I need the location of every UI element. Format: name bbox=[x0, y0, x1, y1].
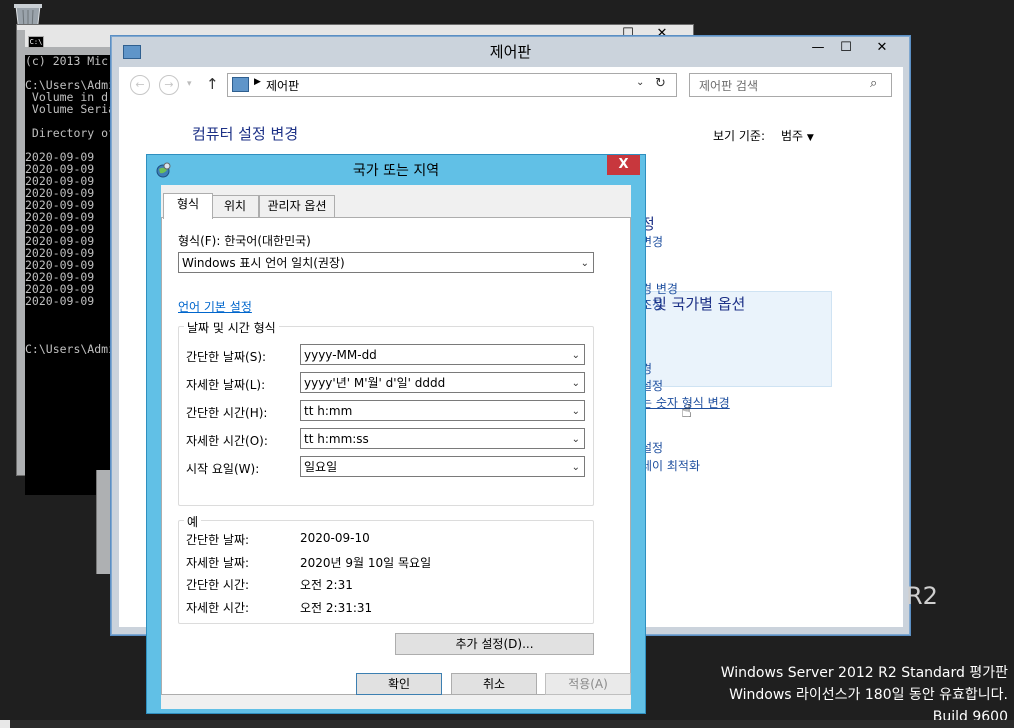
back-icon[interactable]: ← bbox=[130, 75, 150, 95]
short-date-select[interactable]: yyyy-MM-dd ⌄ bbox=[300, 344, 585, 365]
format-select-value: Windows 표시 언어 일치(권장) bbox=[182, 256, 345, 270]
search-input[interactable]: 제어판 검색 bbox=[699, 77, 758, 94]
example-short-date-label: 간단한 날짜: bbox=[186, 533, 250, 547]
view-by-dropdown[interactable]: 범주 ▼ bbox=[781, 127, 814, 144]
chevron-down-icon: ⌄ bbox=[580, 258, 589, 269]
chevron-down-icon: ⌄ bbox=[571, 434, 580, 445]
long-date-label: 자세한 날짜(L): bbox=[186, 378, 266, 392]
view-by-value[interactable]: 범주 bbox=[781, 129, 803, 143]
example-group-legend: 예 bbox=[184, 513, 202, 530]
search-icon[interactable]: ⌕ bbox=[870, 76, 877, 91]
example-long-date-value: 2020년 9월 10일 목요일 bbox=[300, 556, 432, 570]
format-label: 형식(F): 한국어(대한민국) bbox=[178, 234, 311, 248]
cmd-line bbox=[25, 319, 113, 331]
cp-window-title: 제어판 bbox=[489, 43, 532, 61]
cmd-icon: C:\ bbox=[28, 36, 44, 48]
first-day-value: 일요일 bbox=[304, 460, 338, 474]
address-text[interactable]: 제어판 bbox=[266, 77, 299, 94]
region-dialog[interactable]: 국가 또는 지역 X 형식 위치 관리자 옵션 형식(F): 한국어(대한민국)… bbox=[146, 154, 646, 714]
server-r2-logo: R2 bbox=[906, 582, 938, 610]
short-time-label: 간단한 시간(H): bbox=[186, 406, 268, 420]
taskbar-edge bbox=[0, 720, 1014, 728]
close-button[interactable]: ✕ bbox=[860, 39, 904, 57]
cancel-button[interactable]: 취소 bbox=[451, 673, 537, 695]
control-panel-small-icon bbox=[232, 77, 249, 92]
cmd-output[interactable]: (c) 2013 Microsoft C:\Users\Administrato… bbox=[25, 55, 113, 495]
first-day-select[interactable]: 일요일 ⌄ bbox=[300, 456, 585, 477]
search-box[interactable]: 제어판 검색 ⌕ bbox=[689, 73, 892, 97]
edition-watermark: Windows Server 2012 R2 Standard 평가판 Wind… bbox=[721, 662, 1008, 728]
example-short-date-value: 2020-09-10 bbox=[300, 531, 370, 545]
refresh-icon[interactable]: ↻ bbox=[655, 76, 666, 91]
tab-admin-options[interactable]: 관리자 옵션 bbox=[259, 195, 335, 217]
category-link[interactable]: 레이 최적화 bbox=[641, 457, 700, 474]
dialog-client: 형식 위치 관리자 옵션 형식(F): 한국어(대한민국) Windows 표시… bbox=[161, 185, 631, 709]
cmd-line: (c) 2013 Microsoft bbox=[25, 55, 113, 68]
example-long-time-label: 자세한 시간: bbox=[186, 601, 250, 615]
cmd-line bbox=[25, 307, 113, 319]
up-icon[interactable]: ↑ bbox=[206, 75, 219, 93]
watermark-edition: Windows Server 2012 R2 Standard 평가판 bbox=[720, 665, 1008, 681]
short-date-value: yyyy-MM-dd bbox=[304, 348, 377, 362]
example-short-time-value: 오전 2:31 bbox=[300, 578, 353, 592]
long-time-value: tt h:mm:ss bbox=[304, 432, 369, 446]
forward-icon[interactable]: → bbox=[159, 75, 179, 95]
short-time-value: tt h:mm bbox=[304, 404, 353, 418]
page-title: 컴퓨터 설정 변경 bbox=[192, 125, 299, 143]
tab-location[interactable]: 위치 bbox=[211, 195, 259, 217]
dialog-close-button[interactable]: X bbox=[607, 155, 640, 175]
chevron-down-icon: ▼ bbox=[806, 133, 814, 143]
chevron-down-icon: ⌄ bbox=[571, 406, 580, 417]
first-day-label: 시작 요일(W): bbox=[186, 462, 260, 476]
short-date-label: 간단한 날짜(S): bbox=[186, 350, 267, 364]
minimize-button[interactable]: — bbox=[805, 39, 831, 57]
format-tab-panel: 형식(F): 한국어(대한민국) Windows 표시 언어 일치(권장) ⌄ 언… bbox=[161, 217, 631, 695]
example-short-time-label: 간단한 시간: bbox=[186, 578, 250, 592]
long-date-select[interactable]: yyyy'년' M'월' d'일' dddd ⌄ bbox=[300, 372, 585, 393]
region-category-title[interactable]: 및 국가별 옵션 bbox=[653, 293, 745, 314]
hand-cursor-icon: ☝ bbox=[681, 401, 692, 422]
cmd-line: 2020-09-09 bbox=[25, 294, 95, 308]
long-date-value: yyyy'년' M'월' d'일' dddd bbox=[304, 376, 446, 390]
watermark-license: Windows 라이선스가 180일 동안 유효합니다. bbox=[729, 687, 1008, 703]
dialog-title: 국가 또는 지역 bbox=[352, 163, 440, 179]
cmd-left-edge bbox=[17, 30, 25, 470]
datetime-group-legend: 날짜 및 시간 형식 bbox=[184, 319, 279, 336]
chevron-down-icon: ⌄ bbox=[571, 462, 580, 473]
ok-button[interactable]: 확인 bbox=[356, 673, 442, 695]
short-time-select[interactable]: tt h:mm ⌄ bbox=[300, 400, 585, 421]
example-long-time-value: 오전 2:31:31 bbox=[300, 601, 373, 615]
recent-dropdown-icon[interactable]: ▾ bbox=[187, 79, 192, 89]
apply-button[interactable]: 적용(A) bbox=[545, 673, 631, 695]
address-dropdown-icon[interactable]: ⌄ bbox=[636, 77, 644, 88]
cmd-line: Volume Serial Nu bbox=[31, 102, 113, 116]
example-long-date-label: 자세한 날짜: bbox=[186, 556, 250, 570]
taskbar-start-sliver[interactable] bbox=[0, 720, 10, 728]
chevron-down-icon: ⌄ bbox=[571, 350, 580, 361]
chevron-down-icon: ⌄ bbox=[571, 378, 580, 389]
view-by-label: 보기 기준: bbox=[713, 129, 766, 143]
long-time-label: 자세한 시간(O): bbox=[186, 434, 268, 448]
cmd-line: C:\Users\Administrator bbox=[25, 342, 113, 356]
address-bar[interactable]: ▶ 제어판 ⌄ ↻ bbox=[227, 73, 677, 97]
breadcrumb-chevron-icon[interactable]: ▶ bbox=[254, 77, 261, 87]
format-select[interactable]: Windows 표시 언어 일치(권장) ⌄ bbox=[178, 252, 594, 273]
additional-settings-button[interactable]: 추가 설정(D)... bbox=[395, 633, 594, 655]
maximize-button[interactable]: ☐ bbox=[833, 39, 859, 57]
language-preferences-link[interactable]: 언어 기본 설정 bbox=[178, 298, 252, 315]
long-time-select[interactable]: tt h:mm:ss ⌄ bbox=[300, 428, 585, 449]
tab-format[interactable]: 형식 bbox=[163, 193, 213, 219]
cmd-line: Directory of C:\ bbox=[31, 126, 113, 140]
